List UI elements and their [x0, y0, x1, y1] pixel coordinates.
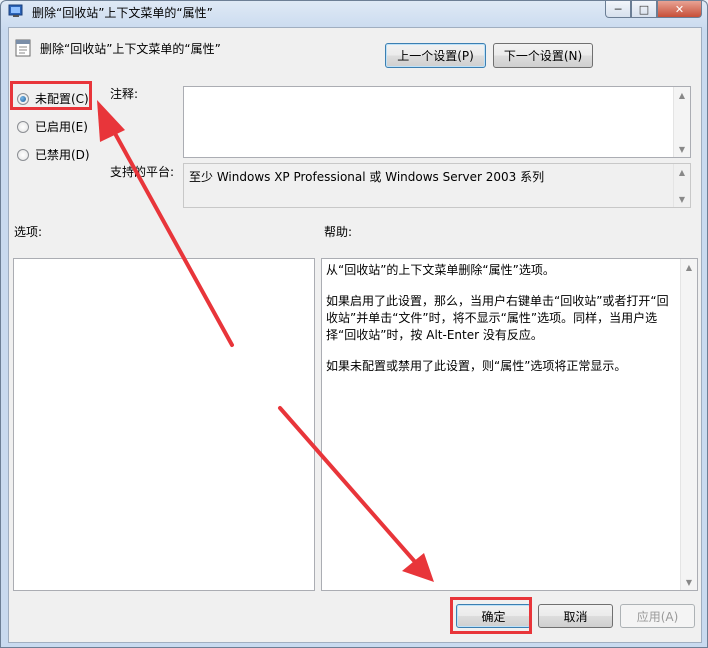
radio-label: 未配置(C): [35, 92, 89, 106]
supported-scrollbar[interactable]: ▲ ▼: [673, 164, 690, 207]
options-panel: [13, 258, 315, 591]
dialog-window: 删除“回收站”上下文菜单的“属性” ─ □ ✕ 删除“回收站”上下文菜单的“属性…: [0, 0, 708, 648]
apply-button[interactable]: 应用(A): [620, 604, 695, 628]
scroll-down-icon[interactable]: ▼: [674, 141, 690, 157]
title-bar[interactable]: 删除“回收站”上下文菜单的“属性” ─ □ ✕: [1, 1, 707, 21]
scroll-up-icon[interactable]: ▲: [681, 259, 697, 275]
comment-textarea[interactable]: ▲ ▼: [183, 86, 691, 158]
dialog-client-area: 删除“回收站”上下文菜单的“属性” 上一个设置(P) 下一个设置(N) 未配置(…: [8, 27, 702, 643]
help-paragraph: 如果启用了此设置，那么，当用户右键单击“回收站”或者打开“回收站”并单击“文件”…: [326, 294, 669, 342]
close-icon: ✕: [674, 2, 685, 16]
window-title: 删除“回收站”上下文菜单的“属性”: [32, 6, 213, 20]
minimize-button[interactable]: ─: [605, 1, 631, 18]
radio-not-configured[interactable]: 未配置(C): [17, 90, 89, 107]
maximize-button[interactable]: □: [631, 1, 657, 18]
help-text: 从“回收站”的上下文菜单删除“属性”选项。 如果启用了此设置，那么，当用户右键单…: [326, 262, 678, 389]
scroll-up-icon[interactable]: ▲: [674, 164, 690, 180]
supported-platforms-label: 支持的平台:: [110, 165, 175, 179]
maximize-icon: □: [638, 2, 650, 16]
radio-label: 已启用(E): [35, 120, 88, 134]
help-label: 帮助:: [324, 225, 353, 239]
help-paragraph: 如果未配置或禁用了此设置，则“属性”选项将正常显示。: [326, 359, 627, 373]
scroll-up-icon[interactable]: ▲: [674, 87, 690, 103]
comment-label: 注释:: [110, 87, 139, 101]
setting-title: 删除“回收站”上下文菜单的“属性”: [40, 42, 221, 56]
radio-label: 已禁用(D): [35, 148, 90, 162]
help-paragraph: 从“回收站”的上下文菜单删除“属性”选项。: [326, 263, 555, 277]
help-panel: 从“回收站”的上下文菜单删除“属性”选项。 如果启用了此设置，那么，当用户右键单…: [321, 258, 698, 591]
scroll-down-icon[interactable]: ▼: [674, 191, 690, 207]
close-button[interactable]: ✕: [657, 1, 702, 18]
next-setting-button[interactable]: 下一个设置(N): [493, 43, 593, 68]
options-label: 选项:: [14, 225, 43, 239]
cancel-button[interactable]: 取消: [538, 604, 613, 628]
policy-window-icon: [8, 4, 23, 17]
scroll-down-icon[interactable]: ▼: [681, 574, 697, 590]
ok-button[interactable]: 确定: [456, 604, 531, 628]
policy-setting-icon: [15, 39, 31, 57]
supported-platforms-value: 至少 Windows XP Professional 或 Windows Ser…: [189, 170, 545, 184]
minimize-icon: ─: [614, 2, 622, 16]
radio-button-icon: [17, 120, 29, 133]
previous-setting-button[interactable]: 上一个设置(P): [385, 43, 486, 68]
radio-disabled[interactable]: 已禁用(D): [17, 146, 90, 163]
supported-platforms-box: 至少 Windows XP Professional 或 Windows Ser…: [183, 163, 691, 208]
radio-enabled[interactable]: 已启用(E): [17, 118, 88, 135]
radio-button-icon: [17, 148, 29, 161]
comment-scrollbar[interactable]: ▲ ▼: [673, 87, 690, 157]
radio-button-icon: [17, 92, 29, 105]
help-scrollbar[interactable]: ▲ ▼: [680, 259, 697, 590]
